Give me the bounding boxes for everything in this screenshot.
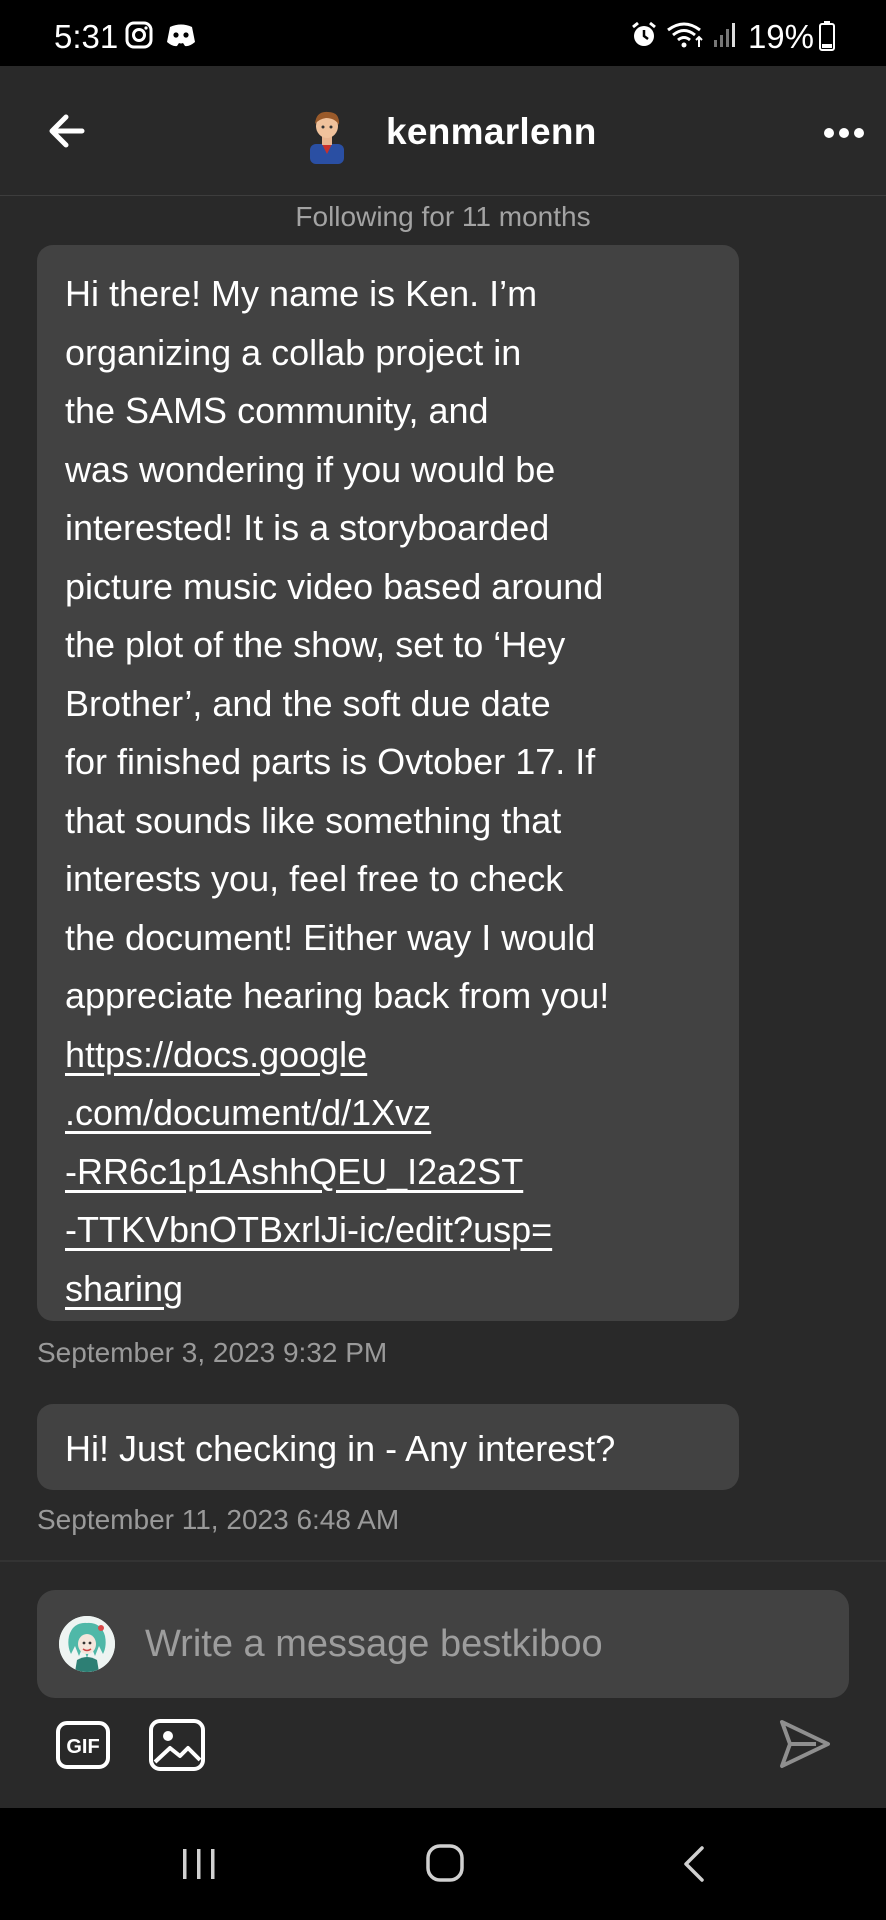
message-text-line: Brother’, and the soft due date [65, 682, 551, 724]
following-duration: Following for 11 months [295, 201, 591, 232]
message-text-line: that sounds like something that [65, 799, 562, 841]
gif-label: GIF [66, 1736, 99, 1758]
more-dots-icon[interactable] [822, 122, 866, 144]
user-avatar [59, 1616, 115, 1672]
message-bubble: Hi! Just checking in - Any interest? [37, 1404, 739, 1490]
message-link[interactable]: sharing [65, 1260, 711, 1319]
battery-percent: 19% [747, 18, 814, 55]
message-text-line: interests you, feel free to check [65, 858, 564, 899]
status-time: 5:31 [54, 18, 119, 55]
message-text-line: appreciate hearing back from you! [65, 975, 610, 1016]
message-input[interactable] [143, 1590, 833, 1698]
gif-icon[interactable]: GIF [55, 1720, 111, 1770]
home-icon[interactable] [425, 1843, 465, 1883]
avatar[interactable] [302, 106, 352, 164]
recents-icon[interactable] [180, 1846, 218, 1882]
conversation-username[interactable]: kenmarlenn [386, 110, 597, 154]
message-timestamp: September 3, 2023 9:32 PM [37, 1337, 388, 1368]
message-link[interactable]: https://docs.google [65, 1026, 711, 1085]
back-arrow-icon[interactable] [42, 106, 92, 156]
signal-icon [714, 23, 735, 47]
composer-divider [0, 1560, 886, 1562]
battery-icon [819, 21, 835, 51]
message-composer [37, 1590, 849, 1698]
message-text-line: organizing a collab project in [65, 331, 522, 373]
alarm-icon [632, 21, 656, 46]
message-timestamp: September 11, 2023 6:48 AM [37, 1504, 400, 1535]
message-text-line: the SAMS community, and [65, 390, 489, 431]
image-icon[interactable] [148, 1718, 206, 1772]
instagram-icon [125, 21, 153, 49]
send-icon[interactable] [776, 1716, 832, 1772]
message-text-line: picture music video based around [65, 565, 604, 607]
message-link[interactable]: -TTKVbnOTBxrlJi-ic/edit?usp= [65, 1201, 711, 1260]
status-bar: 5:31 19% [0, 0, 886, 66]
back-icon[interactable] [680, 1844, 708, 1884]
message-text-line: the plot of the show, set to ‘Hey [65, 624, 566, 665]
discord-icon [167, 24, 195, 47]
message-text-line: interested! It is a storyboarded [65, 507, 550, 548]
wifi-icon [667, 22, 703, 48]
message-bubble: Hi there! My name is Ken. I’m organizing… [37, 245, 739, 1321]
message-link[interactable]: -RR6c1p1AshhQEU_I2a2ST [65, 1143, 711, 1202]
message-text-line: Hi! Just checking in - Any interest? [65, 1428, 616, 1469]
message-text-line: for finished parts is Ovtober 17. If [65, 741, 596, 782]
message-text-line: the document! Either way I would [65, 916, 596, 958]
message-text-line: Hi there! My name is Ken. I’m [65, 273, 538, 314]
system-nav-bar [0, 1808, 886, 1920]
conversation-header: kenmarlenn [0, 66, 886, 196]
message-text-line: was wondering if you would be [65, 448, 556, 490]
message-link[interactable]: .com/document/d/1Xvz [65, 1084, 711, 1143]
